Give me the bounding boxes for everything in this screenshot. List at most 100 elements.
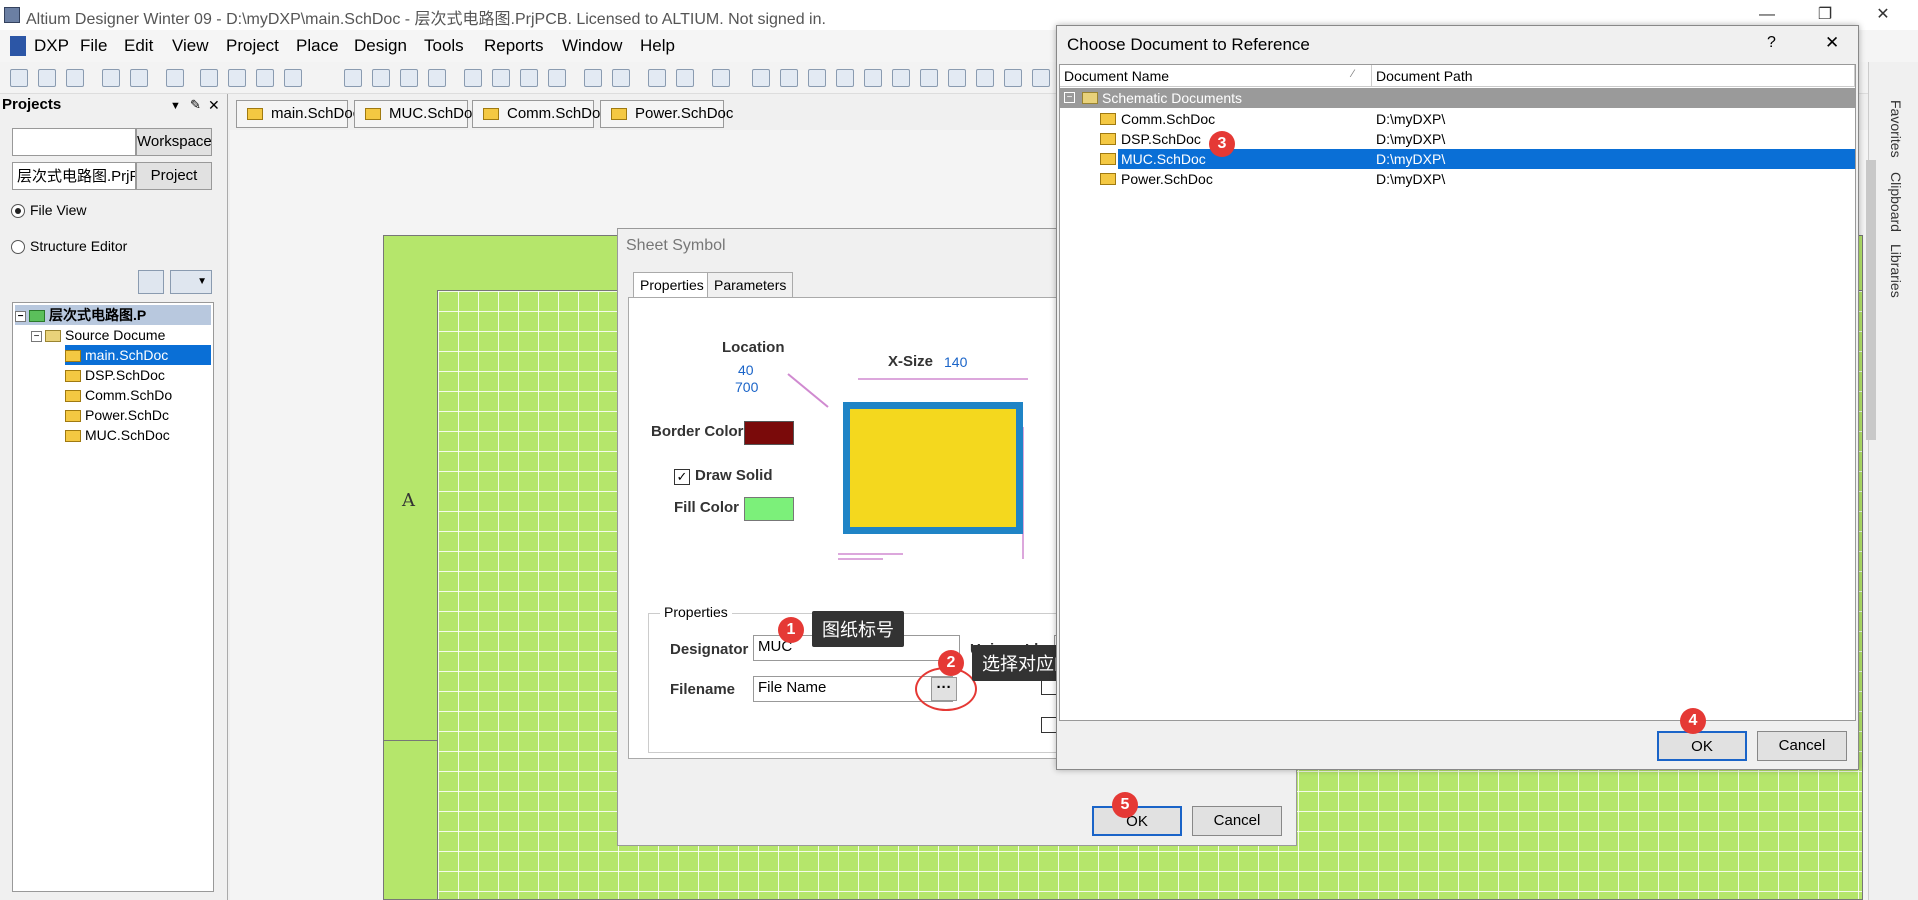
open-icon[interactable] (38, 69, 56, 87)
doc-tab[interactable]: Comm.SchDoc (472, 100, 608, 128)
save-icon[interactable] (66, 69, 84, 87)
cut-icon[interactable] (344, 69, 362, 87)
deselect-icon[interactable] (520, 69, 538, 87)
col-document-name[interactable]: Document Name (1060, 65, 1372, 87)
menu-dxp[interactable]: DXP (34, 36, 69, 56)
zoom-fit-icon[interactable] (228, 69, 246, 87)
tab-parameters[interactable]: Parameters (707, 272, 794, 298)
vcc-port-icon[interactable] (920, 69, 938, 87)
net-label-icon[interactable] (836, 69, 854, 87)
list-item[interactable]: Power.SchDoc D:\myDXP\ (1060, 169, 1855, 189)
col-document-path[interactable]: Document Path (1372, 65, 1855, 87)
menu-window[interactable]: Window (562, 36, 622, 56)
menu-tools[interactable]: Tools (424, 36, 464, 56)
project-button[interactable]: Project (136, 162, 212, 190)
collapse-icon[interactable]: − (31, 330, 42, 342)
collapse-icon[interactable]: − (1064, 92, 1075, 103)
doc-tab[interactable]: Power.SchDoc (600, 100, 733, 128)
menu-view[interactable]: View (172, 36, 209, 56)
new-file-icon[interactable] (10, 69, 28, 87)
place-part-icon[interactable] (948, 69, 966, 87)
tree-file-label: DSP.SchDoc (85, 367, 165, 383)
border-color-swatch[interactable] (744, 421, 794, 445)
cancel-button[interactable]: Cancel (1757, 731, 1847, 761)
tree-project[interactable]: − 层次式电路图.P (15, 305, 211, 325)
sheet-entry-icon[interactable] (1004, 69, 1022, 87)
cross-probe-icon[interactable] (676, 69, 694, 87)
collapse-icon[interactable]: − (15, 310, 26, 322)
bus-entry-icon[interactable] (808, 69, 826, 87)
net-icon[interactable] (864, 69, 882, 87)
bus-icon[interactable] (780, 69, 798, 87)
menu-help[interactable]: Help (640, 36, 675, 56)
close-button[interactable]: ✕ (1860, 0, 1906, 30)
move-icon[interactable] (492, 69, 510, 87)
project-menu-icon[interactable]: ▼ (170, 270, 212, 294)
dialog-close-button[interactable]: ✕ (1825, 33, 1839, 53)
fill-color-swatch[interactable] (744, 497, 794, 521)
tab-properties[interactable]: Properties (633, 272, 711, 298)
project-input[interactable]: 层次式电路图.PrjF (12, 162, 136, 190)
menu-place[interactable]: Place (296, 36, 339, 56)
group-row[interactable]: − Schematic Documents (1060, 88, 1855, 108)
clipboard-tab[interactable]: Clipboard (1888, 172, 1904, 232)
zoom-icon[interactable] (256, 69, 274, 87)
browse-library-icon[interactable] (712, 69, 730, 87)
menu-project[interactable]: Project (226, 36, 279, 56)
tree-file[interactable]: Power.SchDc (65, 405, 169, 425)
menu-edit[interactable]: Edit (124, 36, 153, 56)
option-checkbox[interactable] (1041, 717, 1057, 733)
workspace-button[interactable]: Workspace (136, 128, 212, 156)
callout-designator: 图纸标号 (812, 611, 904, 647)
zoom-dropdown-icon[interactable] (284, 69, 302, 87)
structure-editor-radio[interactable] (11, 240, 25, 254)
vertical-scrollbar[interactable] (1866, 160, 1876, 440)
doc-tab[interactable]: main.SchDoc (236, 100, 360, 128)
tree-source-folder[interactable]: − Source Docume (31, 325, 165, 345)
group-label: Schematic Documents (1102, 90, 1243, 106)
project-tree: − 层次式电路图.P − Source Docume main.SchDoc DSP… (12, 302, 214, 892)
option-checkbox[interactable] (1041, 679, 1057, 695)
rubber-stamp-icon[interactable] (428, 69, 446, 87)
list-item[interactable]: DSP.SchDoc D:\myDXP\ (1060, 129, 1855, 149)
zoom-area-icon[interactable] (200, 69, 218, 87)
layer-icon[interactable] (166, 69, 184, 87)
panel-close-icon[interactable]: ✕ (208, 97, 220, 114)
tree-file[interactable]: DSP.SchDoc (65, 365, 165, 385)
redo-icon[interactable] (612, 69, 630, 87)
undo-icon[interactable] (584, 69, 602, 87)
compile-icon[interactable] (138, 270, 164, 294)
sheet-symbol-icon[interactable] (976, 69, 994, 87)
libraries-tab[interactable]: Libraries (1888, 244, 1904, 298)
menu-design[interactable]: Design (354, 36, 407, 56)
hierarchy-icon[interactable] (648, 69, 666, 87)
copy-icon[interactable] (372, 69, 390, 87)
tree-file[interactable]: MUC.SchDoc (65, 425, 170, 445)
menu-file[interactable]: File (80, 36, 107, 56)
print-icon[interactable] (102, 69, 120, 87)
menu-reports[interactable]: Reports (484, 36, 544, 56)
favorites-tab[interactable]: Favorites (1888, 100, 1904, 158)
select-area-icon[interactable] (464, 69, 482, 87)
wire-icon[interactable] (752, 69, 770, 87)
doc-tab[interactable]: MUC.SchDoc (354, 100, 480, 128)
help-button[interactable]: ? (1767, 34, 1776, 52)
panel-menu-icon[interactable]: ▼ (170, 100, 181, 112)
ok-button[interactable]: OK (1092, 806, 1182, 836)
cancel-button[interactable]: Cancel (1192, 806, 1282, 836)
ok-button[interactable]: OK (1657, 731, 1747, 761)
print-preview-icon[interactable] (130, 69, 148, 87)
tree-file[interactable]: main.SchDoc (65, 345, 211, 365)
gnd-port-icon[interactable] (892, 69, 910, 87)
list-item[interactable]: Comm.SchDoc D:\myDXP\ (1060, 109, 1855, 129)
file-view-radio[interactable] (11, 204, 25, 218)
tree-file[interactable]: Comm.SchDo (65, 385, 172, 405)
draw-solid-checkbox[interactable]: ✓ (674, 469, 690, 485)
schematic-file-icon (65, 390, 81, 403)
paste-icon[interactable] (400, 69, 418, 87)
pin-icon[interactable]: ✎ (190, 97, 201, 113)
port-icon[interactable] (1032, 69, 1050, 87)
project-icon (29, 310, 45, 323)
clear-filter-icon[interactable] (548, 69, 566, 87)
workspace-input[interactable] (12, 128, 136, 156)
